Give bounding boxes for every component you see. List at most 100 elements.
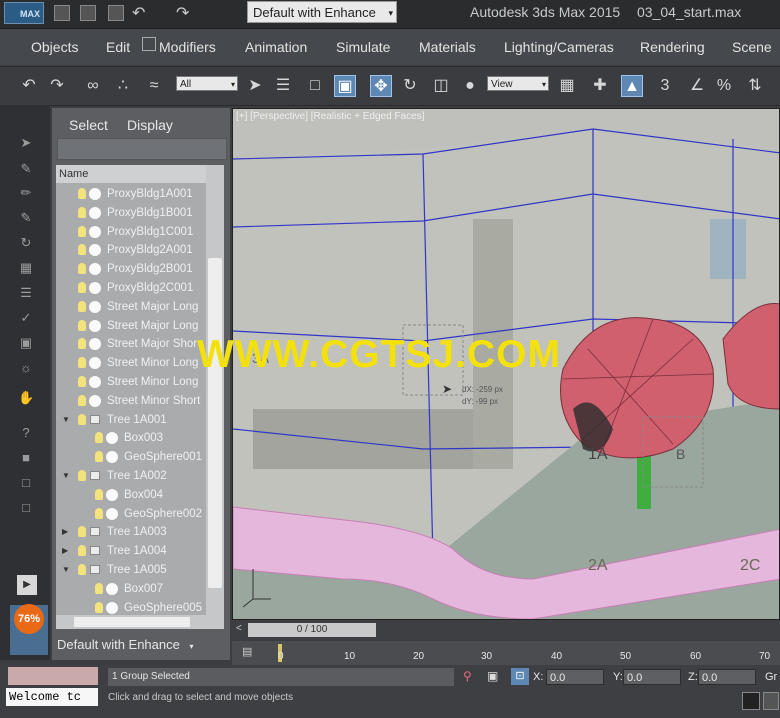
visibility-bulb-icon[interactable] xyxy=(78,545,86,557)
link-icon[interactable]: ∞ xyxy=(82,75,104,97)
visibility-bulb-icon[interactable] xyxy=(95,601,103,613)
grid-icon[interactable]: ▦ xyxy=(18,260,34,276)
tree-row[interactable]: ProxyBldg1C001 xyxy=(56,223,206,241)
visibility-bulb-icon[interactable] xyxy=(95,451,103,463)
undo-icon[interactable]: ↶ xyxy=(18,75,40,97)
prev-frame-icon[interactable]: < xyxy=(236,623,242,634)
visibility-bulb-icon[interactable] xyxy=(78,526,86,538)
x-coordinate-field[interactable]: 0.0 xyxy=(546,669,604,685)
select-and-scale-icon[interactable]: ◫ xyxy=(430,75,452,97)
tree-horizontal-thumb[interactable] xyxy=(74,617,190,627)
layers-icon[interactable]: ☰ xyxy=(18,285,34,301)
rectangular-selection-icon[interactable]: □ xyxy=(304,75,326,97)
menu-animation[interactable]: Animation xyxy=(245,39,307,55)
maxscript-listener[interactable]: Welcome tc xyxy=(6,688,98,706)
app-logo[interactable]: MAX xyxy=(4,2,44,24)
visibility-bulb-icon[interactable] xyxy=(78,376,86,387)
pin-icon[interactable]: ⚲ xyxy=(463,669,472,683)
undo-icon[interactable]: ↶ xyxy=(132,3,145,23)
tree-row[interactable]: GeoSphere002 xyxy=(56,505,206,523)
select-by-name-icon[interactable]: ☰ xyxy=(272,75,294,97)
edit-icon[interactable]: ✎ xyxy=(18,210,34,226)
hand-icon[interactable]: ✋ xyxy=(18,390,34,406)
tree-row[interactable]: Box003 xyxy=(56,429,206,447)
tree-group-row[interactable]: ▼ Tree 1A001 xyxy=(56,411,206,429)
pivot-center-icon[interactable]: ▦ xyxy=(556,75,578,97)
viewport-nav-icon[interactable] xyxy=(742,692,760,710)
absolute-mode-icon[interactable]: ⊡ xyxy=(511,668,529,685)
save-icon[interactable] xyxy=(108,5,124,21)
menu-lighting-cameras[interactable]: Lighting/Cameras xyxy=(504,39,614,55)
tree-row[interactable]: GeoSphere005 xyxy=(56,599,206,617)
tree-row[interactable]: ProxyBldg2C001 xyxy=(56,279,206,297)
tree-group-row[interactable]: ▶ Tree 1A003 xyxy=(56,523,206,541)
maximize-viewport-icon[interactable] xyxy=(763,692,779,710)
menu-simulate[interactable]: Simulate xyxy=(336,39,390,55)
pen-tool-icon[interactable]: ✎ xyxy=(18,161,34,177)
y-coordinate-field[interactable]: 0.0 xyxy=(623,669,681,685)
unlink-icon[interactable]: ∴ xyxy=(112,75,134,97)
tree-row[interactable]: Street Minor Long xyxy=(56,354,206,372)
tree-row[interactable]: Street Minor Long xyxy=(56,373,206,391)
place-icon[interactable]: ● xyxy=(459,75,481,97)
visibility-bulb-icon[interactable] xyxy=(78,188,86,199)
collapse-arrow-icon[interactable]: ▼ xyxy=(62,411,70,429)
select-tool-icon[interactable]: ➤ xyxy=(18,135,34,151)
tree-scrollbar-thumb[interactable] xyxy=(208,258,222,588)
angle-snap-icon[interactable]: ∠ xyxy=(686,75,708,97)
tree-group-row[interactable]: ▼ Tree 1A005 xyxy=(56,561,206,579)
selection-filter-dropdown[interactable]: All ▾ xyxy=(176,76,238,91)
tree-row[interactable]: Street Major Long xyxy=(56,298,206,316)
tree-row[interactable]: ProxyBldg2A001 xyxy=(56,241,206,259)
percent-snap-icon[interactable]: % xyxy=(713,75,735,97)
color-swatch-icon[interactable]: ■ xyxy=(18,450,34,466)
name-column-header[interactable]: Name xyxy=(56,165,206,183)
lock-selection-icon[interactable]: ▣ xyxy=(487,669,498,683)
tree-group-row[interactable]: ▼ Tree 1A002 xyxy=(56,467,206,485)
menu-modifiers[interactable]: Modifiers xyxy=(159,39,216,55)
visibility-bulb-icon[interactable] xyxy=(78,319,86,331)
expand-arrow-icon[interactable]: ▶ xyxy=(62,542,68,560)
tree-group-row[interactable]: ▶ Tree 1A004 xyxy=(56,542,206,560)
visibility-bulb-icon[interactable] xyxy=(78,206,86,218)
visibility-bulb-icon[interactable] xyxy=(95,507,103,519)
viewport-label[interactable]: [+] [Perspective] [Realistic + Edged Fac… xyxy=(236,111,424,122)
new-file-icon[interactable] xyxy=(54,5,70,21)
visibility-bulb-icon[interactable] xyxy=(95,432,103,444)
visibility-bulb-icon[interactable] xyxy=(95,582,103,594)
help-icon[interactable]: ? xyxy=(18,425,34,441)
expand-arrow-icon[interactable]: ▶ xyxy=(62,523,68,541)
tree-row[interactable]: ProxyBldg1A001 xyxy=(56,185,206,203)
tree-row[interactable]: Box004 xyxy=(56,486,206,504)
track-bar[interactable]: ▤ 0 10 20 30 40 50 60 70 xyxy=(232,641,780,665)
tree-row[interactable]: Box007 xyxy=(56,580,206,598)
collapse-arrow-icon[interactable]: ▼ xyxy=(62,561,70,579)
play-icon[interactable]: ▶ xyxy=(17,575,37,595)
tree-row[interactable]: GeoSphere001 xyxy=(56,448,206,466)
frame-icon-2[interactable]: □ xyxy=(18,500,34,516)
visibility-bulb-icon[interactable] xyxy=(78,338,86,350)
visibility-bulb-icon[interactable] xyxy=(95,488,103,500)
tree-row[interactable]: Street Major Shor xyxy=(56,335,206,353)
tab-select[interactable]: Select xyxy=(69,117,108,133)
rotate-icon[interactable]: ↻ xyxy=(18,235,34,251)
menu-rendering[interactable]: Rendering xyxy=(640,39,705,55)
keyboard-shortcut-toggle-icon[interactable]: ▲ xyxy=(621,75,643,97)
visibility-bulb-icon[interactable] xyxy=(78,244,86,256)
menu-materials[interactable]: Materials xyxy=(419,39,476,55)
tree-row[interactable]: Street Major Long xyxy=(56,317,206,335)
menu-edit[interactable]: Edit xyxy=(106,39,130,55)
redo-icon[interactable]: ↷ xyxy=(46,75,68,97)
reference-coord-dropdown[interactable]: View ▾ xyxy=(487,76,549,91)
key-filter-icon[interactable]: ▤ xyxy=(242,645,258,659)
visibility-bulb-icon[interactable] xyxy=(78,470,86,481)
menu-scene[interactable]: Scene xyxy=(732,39,772,55)
redo-icon[interactable]: ↷ xyxy=(176,3,189,23)
tree-row[interactable]: Street Minor Short xyxy=(56,392,206,410)
visibility-bulb-icon[interactable] xyxy=(78,357,86,369)
z-coordinate-field[interactable]: 0.0 xyxy=(698,669,756,685)
window-crossing-icon[interactable]: ▣ xyxy=(334,75,356,97)
frame-icon[interactable]: □ xyxy=(18,475,34,491)
visibility-bulb-icon[interactable] xyxy=(78,564,86,575)
select-and-move-icon[interactable]: ✥ xyxy=(370,75,392,97)
